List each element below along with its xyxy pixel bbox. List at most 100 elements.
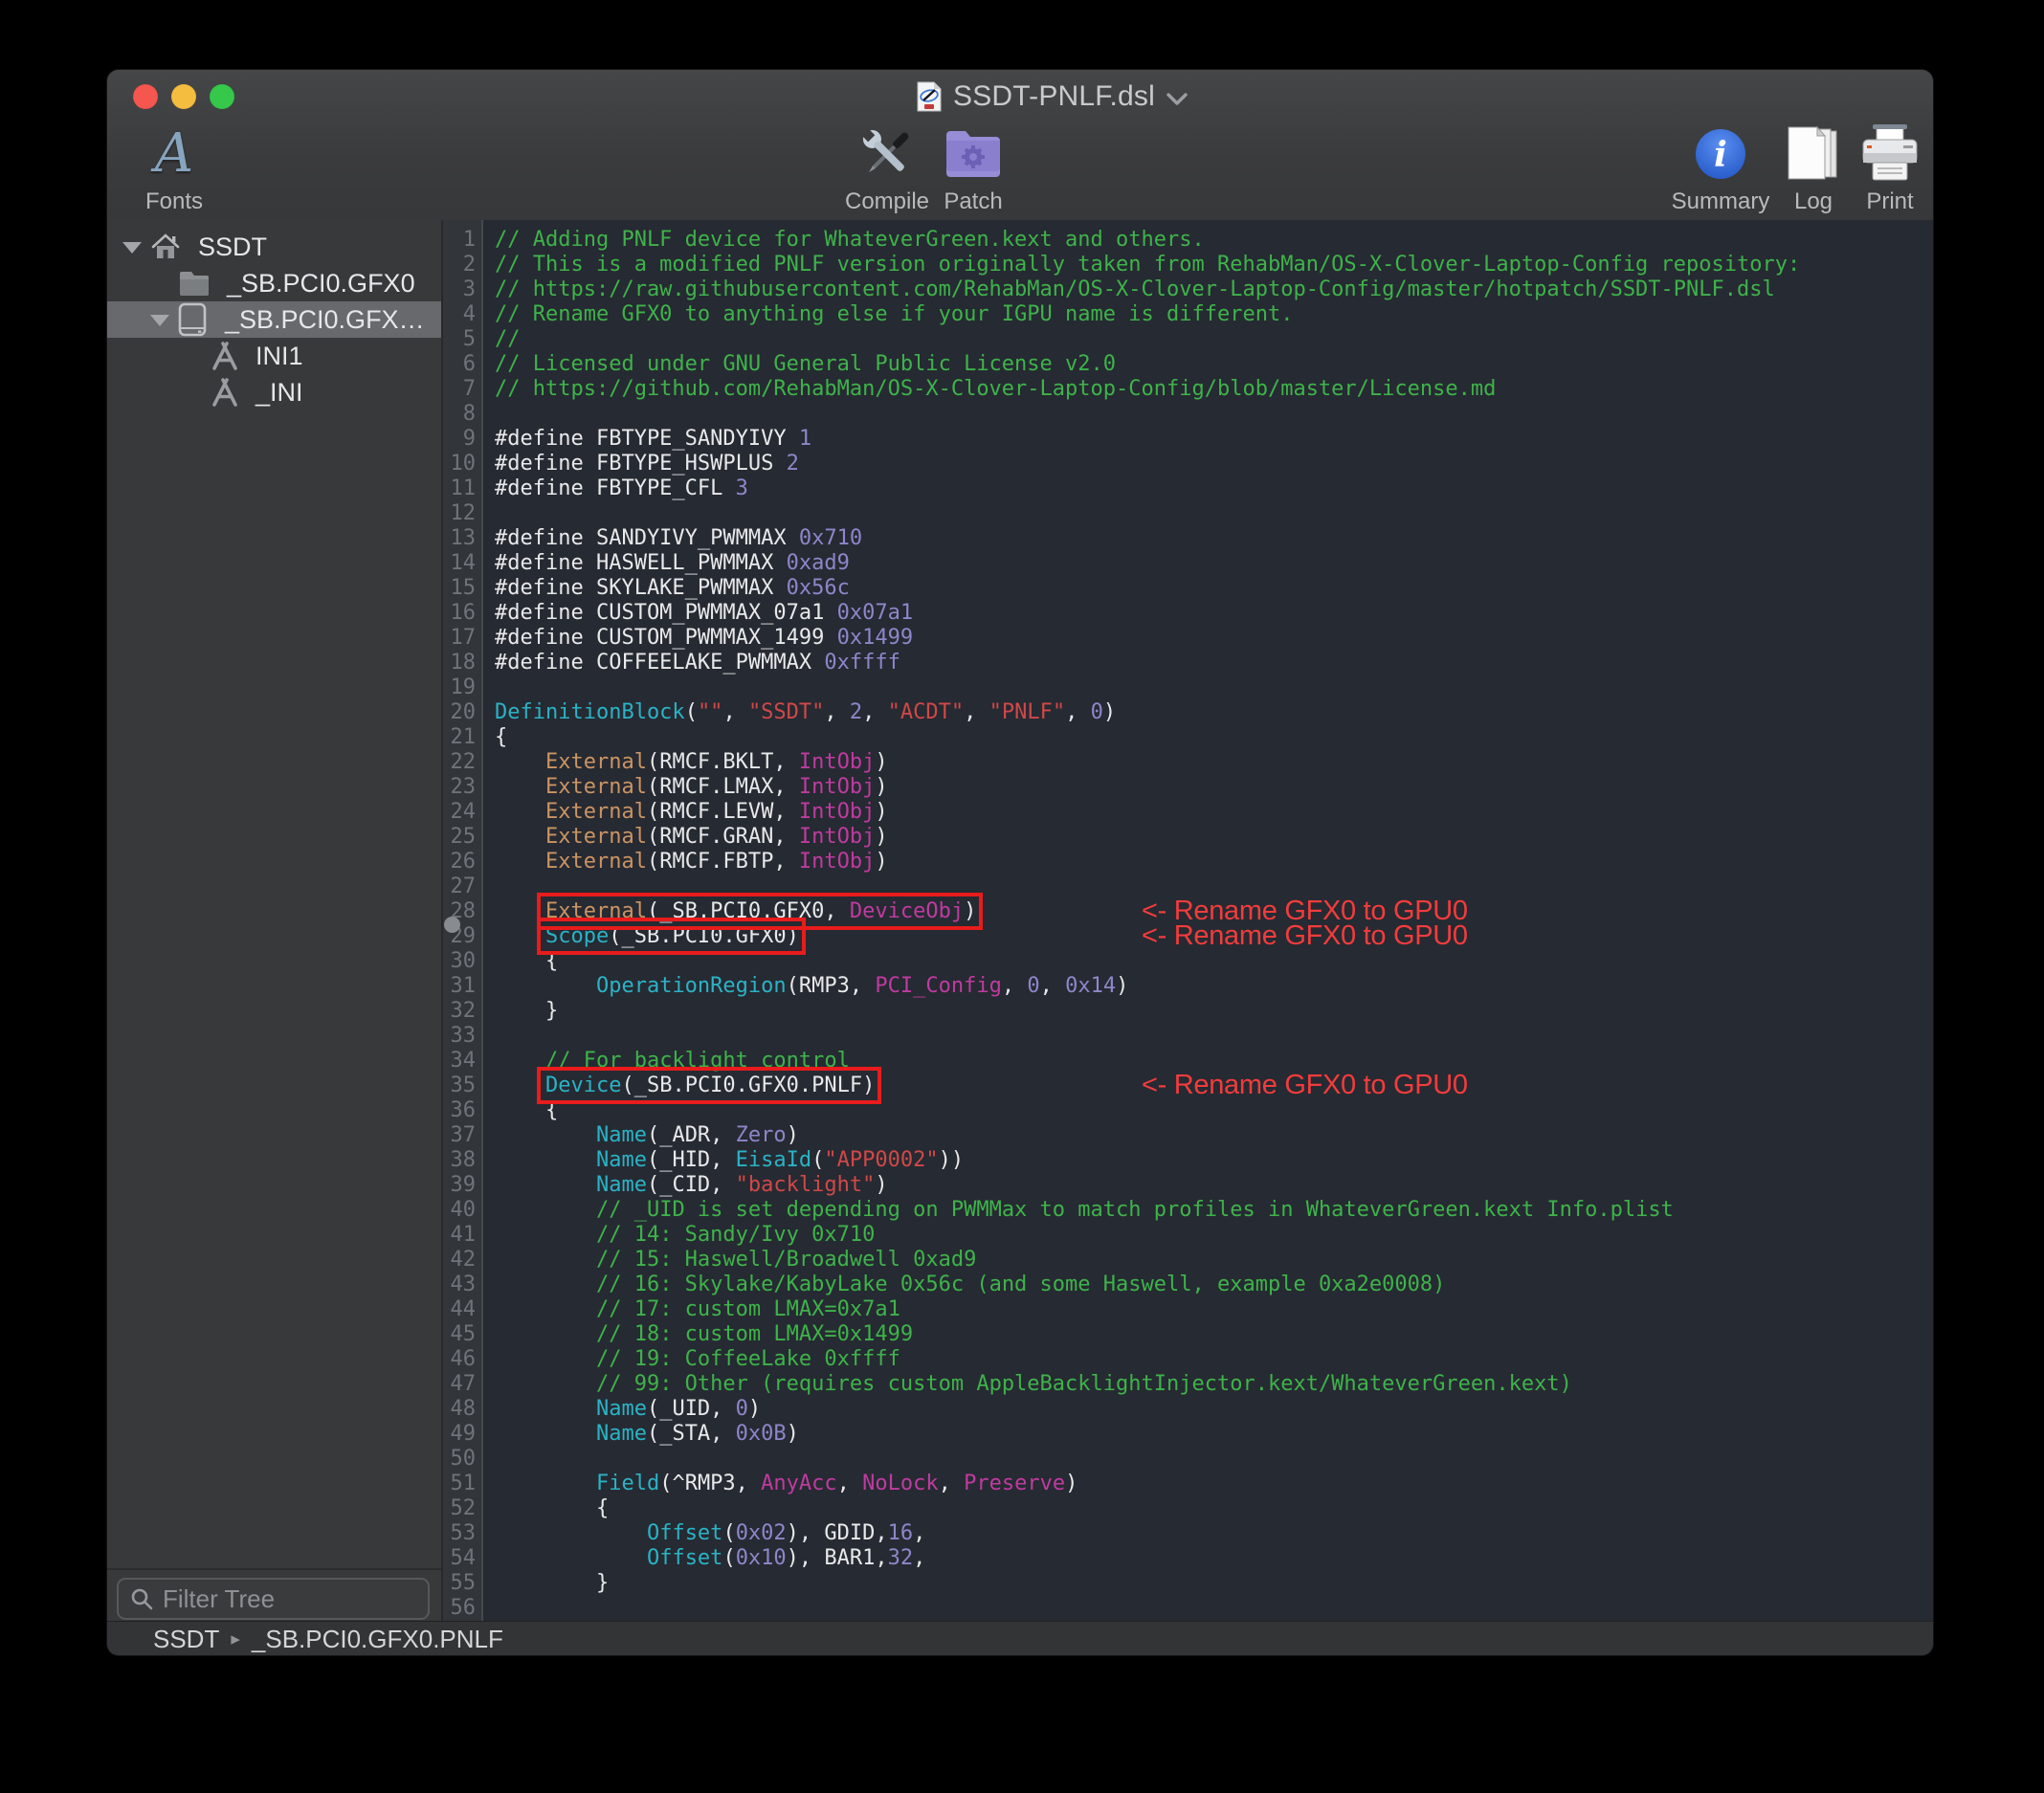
minimize-button[interactable]	[171, 84, 196, 109]
line-number: 11	[443, 476, 483, 501]
filter-tree-field[interactable]	[117, 1578, 430, 1620]
code-line: 10#define FBTYPE_HSWPLUS 2	[443, 452, 1933, 476]
disclosure-triangle-icon[interactable]	[122, 242, 142, 254]
print-button[interactable]: Print	[1842, 123, 1933, 219]
search-icon	[130, 1587, 153, 1610]
line-number: 12	[443, 501, 483, 526]
fonts-label: Fonts	[145, 188, 203, 215]
line-number: 52	[443, 1496, 483, 1521]
line-number: 43	[443, 1273, 483, 1297]
line-number: 16	[443, 601, 483, 626]
line-number: 36	[443, 1098, 483, 1123]
code-line: 47 // 99: Other (requires custom AppleBa…	[443, 1372, 1933, 1397]
compile-icon	[855, 123, 919, 185]
code-line: 11#define FBTYPE_CFL 3	[443, 476, 1933, 501]
code-editor[interactable]: 1// Adding PNLF device for WhateverGreen…	[443, 220, 1933, 1621]
code-line: 38 Name(_HID, EisaId("APP0002"))	[443, 1148, 1933, 1173]
close-button[interactable]	[133, 84, 158, 109]
log-button[interactable]: Log	[1775, 123, 1852, 219]
line-number: 9	[443, 427, 483, 452]
folder-icon	[178, 270, 211, 297]
tree-item-label: SSDT	[198, 232, 267, 262]
line-number: 37	[443, 1123, 483, 1148]
tree-item-ini1[interactable]: INI1	[107, 338, 441, 374]
code-line: 56	[443, 1596, 1933, 1621]
code-line: 33	[443, 1024, 1933, 1049]
gutter-marker-dot[interactable]	[444, 917, 460, 933]
line-number: 24	[443, 800, 483, 825]
code-line: 48 Name(_UID, 0)	[443, 1397, 1933, 1422]
document-proxy-icon[interactable]	[917, 81, 942, 112]
line-number: 13	[443, 526, 483, 551]
line-number: 47	[443, 1372, 483, 1397]
line-number: 42	[443, 1248, 483, 1273]
tree-item-label: INI1	[256, 342, 303, 371]
line-number: 38	[443, 1148, 483, 1173]
sidebar-divider	[107, 1568, 441, 1570]
patch-button[interactable]: Patch	[925, 123, 1021, 219]
line-number: 14	[443, 551, 483, 576]
breadcrumb-item[interactable]: _SB.PCI0.GFX0.PNLF	[252, 1625, 503, 1654]
code-line: 9#define FBTYPE_SANDYIVY 1	[443, 427, 1933, 452]
status-bar: SSDT ▸ _SB.PCI0.GFX0.PNLF	[107, 1621, 1933, 1655]
tree-item-sbpci0gfx0[interactable]: _SB.PCI0.GFX0	[107, 265, 441, 301]
line-number: 48	[443, 1397, 483, 1422]
code-line: 12	[443, 501, 1933, 526]
tree-item-ssdt[interactable]: SSDT	[107, 229, 441, 265]
line-number: 33	[443, 1024, 483, 1049]
fonts-icon: A	[155, 125, 193, 183]
disclosure-triangle-icon[interactable]	[150, 315, 169, 326]
line-number: 21	[443, 725, 483, 750]
rename-annotation: <- Rename GFX0 to GPU0	[1142, 1070, 1468, 1101]
line-number: 46	[443, 1347, 483, 1372]
line-number: 30	[443, 949, 483, 974]
code-line: 41 // 14: Sandy/Ivy 0x710	[443, 1223, 1933, 1248]
code-line: 6// Licensed under GNU General Public Li…	[443, 352, 1933, 377]
maciasl-window: SSDT-PNLF.dsl A Fonts	[107, 70, 1933, 1655]
line-number: 25	[443, 825, 483, 850]
code-line: 51 Field(^RMP3, AnyAcc, NoLock, Preserve…	[443, 1472, 1933, 1496]
line-number: 56	[443, 1596, 483, 1621]
tree-item-ini[interactable]: _INI	[107, 374, 441, 410]
tree-item-label: _SB.PCI0.GFX…	[225, 305, 425, 335]
line-number: 6	[443, 352, 483, 377]
code-line: 16#define CUSTOM_PWMMAX_07a1 0x07a1	[443, 601, 1933, 626]
filter-tree-input[interactable]	[161, 1583, 404, 1615]
summary-label: Summary	[1672, 188, 1770, 215]
zoom-button[interactable]	[210, 84, 234, 109]
log-icon	[1785, 123, 1842, 185]
patch-icon	[944, 123, 1003, 185]
code-line: 45 // 18: custom LMAX=0x1499	[443, 1322, 1933, 1347]
line-number: 26	[443, 850, 483, 874]
line-number: 35	[443, 1074, 483, 1098]
title-chevron-icon[interactable]	[1166, 93, 1188, 106]
patch-label: Patch	[944, 188, 1002, 215]
code-line: 42 // 15: Haswell/Broadwell 0xad9	[443, 1248, 1933, 1273]
fonts-button[interactable]: A Fonts	[117, 123, 232, 219]
code-line: 26 External(RMCF.FBTP, IntObj)	[443, 850, 1933, 874]
line-number: 8	[443, 402, 483, 427]
breadcrumb-separator-icon: ▸	[231, 1628, 240, 1650]
code-line: 40 // _UID is set depending on PWMMax to…	[443, 1198, 1933, 1223]
code-line: 37 Name(_ADR, Zero)	[443, 1123, 1933, 1148]
code-line: 7// https://github.com/RehabMan/OS-X-Clo…	[443, 377, 1933, 402]
line-number: 10	[443, 452, 483, 476]
line-number: 45	[443, 1322, 483, 1347]
line-number: 7	[443, 377, 483, 402]
code-line: 8	[443, 402, 1933, 427]
window-header: SSDT-PNLF.dsl A Fonts	[107, 70, 1933, 221]
line-number: 49	[443, 1422, 483, 1447]
window-title: SSDT-PNLF.dsl	[953, 80, 1155, 113]
breadcrumb-root[interactable]: SSDT	[153, 1625, 219, 1654]
rename-annotation: <- Rename GFX0 to GPU0	[1142, 920, 1468, 952]
rename-highlight-box	[537, 918, 806, 955]
tree-item-label: _SB.PCI0.GFX0	[227, 269, 415, 299]
line-number: 27	[443, 874, 483, 899]
tree-item-sbpci0gfx[interactable]: _SB.PCI0.GFX…	[107, 301, 441, 338]
summary-button[interactable]: i Summary	[1663, 123, 1778, 219]
code-line: 1// Adding PNLF device for WhateverGreen…	[443, 228, 1933, 253]
home-icon	[149, 231, 182, 263]
code-line: 55 }	[443, 1571, 1933, 1596]
log-label: Log	[1794, 188, 1833, 215]
code-line: 2// This is a modified PNLF version orig…	[443, 253, 1933, 277]
